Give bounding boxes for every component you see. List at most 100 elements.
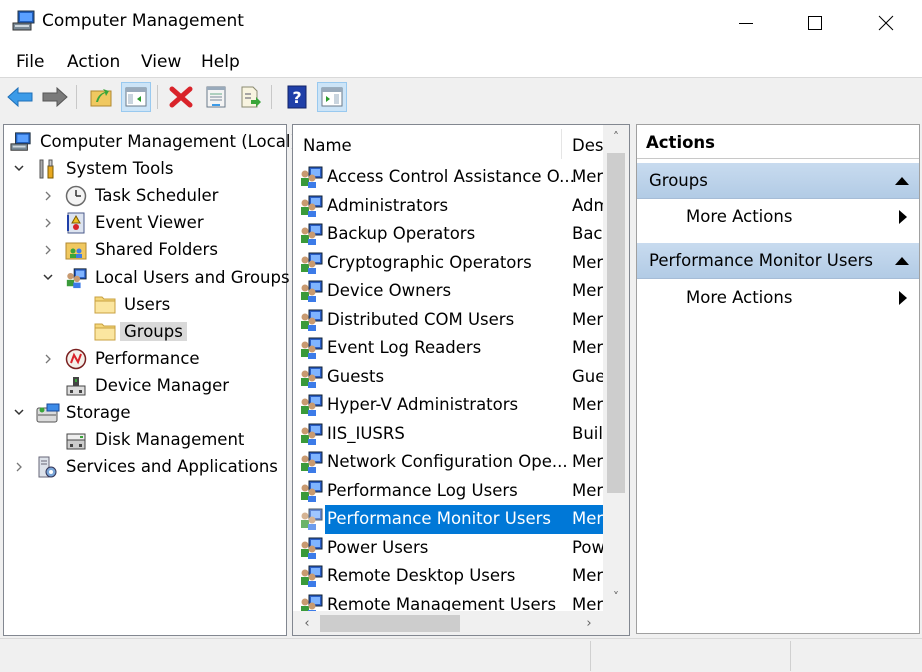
- menu-help[interactable]: Help: [201, 52, 240, 72]
- chevron-right-icon[interactable]: [41, 189, 55, 203]
- menu-action[interactable]: Action: [67, 52, 120, 72]
- more-actions-performance-monitor-users[interactable]: More Actions: [637, 280, 919, 316]
- group-icon: [299, 537, 323, 559]
- group-row[interactable]: Performance Monitor Users Mer: [293, 505, 603, 534]
- actions-header: Actions: [637, 125, 919, 159]
- group-icon: [299, 594, 323, 611]
- menu-view[interactable]: View: [141, 52, 181, 72]
- help-button[interactable]: ?: [282, 82, 312, 112]
- column-separator[interactable]: [561, 129, 562, 159]
- scrollbar-corner: [603, 611, 629, 635]
- tree-item-task-scheduler[interactable]: Task Scheduler: [4, 183, 286, 209]
- show-hide-action-pane-button[interactable]: [317, 82, 347, 112]
- action-label: More Actions: [686, 288, 793, 307]
- vertical-scroll-thumb[interactable]: [607, 153, 625, 493]
- close-button[interactable]: [863, 0, 909, 46]
- collapse-up-icon[interactable]: [895, 257, 909, 265]
- actions-section-performance-monitor-users[interactable]: Performance Monitor Users: [637, 243, 919, 279]
- actions-section-groups[interactable]: Groups: [637, 163, 919, 199]
- delete-button[interactable]: [166, 82, 196, 112]
- group-name: Performance Log Users: [327, 480, 518, 500]
- delete-x-icon: [169, 86, 193, 108]
- scroll-right-icon[interactable]: ›: [577, 611, 601, 635]
- group-row[interactable]: Hyper-V Administrators Mer: [293, 391, 603, 420]
- group-description: Mer: [572, 309, 603, 329]
- group-icon: [299, 508, 323, 530]
- tree-item-services-and-applications[interactable]: Services and Applications: [4, 454, 286, 480]
- vertical-scrollbar[interactable]: ˄ ˅: [603, 125, 629, 611]
- group-name: Guests: [327, 366, 385, 386]
- collapse-up-icon[interactable]: [895, 177, 909, 185]
- chevron-down-icon[interactable]: [12, 162, 26, 176]
- group-description: Mer: [572, 480, 603, 500]
- group-row[interactable]: Cryptographic Operators Mer: [293, 249, 603, 278]
- storage-icon: [36, 402, 60, 424]
- chevron-down-icon[interactable]: [12, 406, 26, 420]
- users-groups-icon: [65, 267, 87, 289]
- show-hide-console-tree-button[interactable]: [121, 82, 151, 112]
- horizontal-scroll-thumb[interactable]: [320, 615, 460, 632]
- shared-folder-icon: [65, 239, 87, 261]
- group-row[interactable]: Remote Management Users Mer: [293, 591, 603, 612]
- group-row[interactable]: Power Users Pow: [293, 534, 603, 563]
- properties-button[interactable]: [201, 82, 231, 112]
- group-row[interactable]: Guests Gue: [293, 363, 603, 392]
- column-header-name[interactable]: Name: [303, 136, 352, 155]
- group-name: Cryptographic Operators: [327, 252, 532, 272]
- tree-item-local-users-and-groups[interactable]: Local Users and Groups: [4, 265, 290, 291]
- chevron-right-icon[interactable]: [41, 352, 55, 366]
- tree-item-label: Local Users and Groups: [95, 267, 290, 287]
- scroll-left-icon[interactable]: ‹: [295, 611, 319, 635]
- scroll-down-icon[interactable]: ˅: [603, 585, 629, 609]
- group-name: IIS_IUSRS: [327, 423, 405, 443]
- group-row[interactable]: Event Log Readers Mer: [293, 334, 603, 363]
- back-button[interactable]: [5, 82, 35, 112]
- group-row[interactable]: Administrators Adm: [293, 192, 603, 221]
- group-row[interactable]: IIS_IUSRS Buil: [293, 420, 603, 449]
- group-row[interactable]: Remote Desktop Users Mer: [293, 562, 603, 591]
- forward-button[interactable]: [40, 82, 70, 112]
- tree-item-device-manager[interactable]: Device Manager: [4, 373, 286, 399]
- group-icon: [299, 223, 323, 245]
- chevron-right-icon[interactable]: [41, 243, 55, 257]
- chevron-down-icon[interactable]: [41, 271, 55, 285]
- group-description: Mer: [572, 281, 603, 300]
- tree-item-event-viewer[interactable]: Event Viewer: [4, 210, 286, 236]
- tree-item-label: Task Scheduler: [95, 186, 219, 206]
- tree-item-users[interactable]: Users: [4, 292, 286, 318]
- group-description: Gue: [572, 366, 603, 386]
- maximize-button[interactable]: [792, 0, 838, 46]
- group-row[interactable]: Access Control Assistance O... Mer: [293, 163, 603, 192]
- export-list-button[interactable]: [236, 82, 266, 112]
- horizontal-scrollbar[interactable]: ‹ ›: [293, 611, 603, 635]
- up-one-level-button[interactable]: [86, 82, 116, 112]
- tree-item-performance[interactable]: Performance: [4, 346, 286, 372]
- help-icon: ?: [287, 85, 307, 109]
- submenu-arrow-icon: [899, 291, 907, 305]
- more-actions-groups[interactable]: More Actions: [637, 199, 919, 235]
- group-row[interactable]: Performance Log Users Mer: [293, 477, 603, 506]
- menu-file[interactable]: File: [16, 52, 44, 72]
- group-name: Distributed COM Users: [327, 309, 515, 329]
- chevron-right-icon[interactable]: [12, 460, 26, 474]
- group-row[interactable]: Network Configuration Ope... Mer: [293, 448, 603, 477]
- scroll-up-icon[interactable]: ˄: [603, 125, 629, 149]
- tree-item-system-tools[interactable]: System Tools: [4, 156, 286, 182]
- tree-item-computer-management-local[interactable]: Computer Management (Local): [4, 129, 297, 155]
- group-description: Mer: [572, 594, 603, 612]
- tools-icon: [36, 158, 58, 180]
- group-description: Mer: [572, 566, 603, 585]
- group-row[interactable]: Distributed COM Users Mer: [293, 306, 603, 335]
- tree-item-storage[interactable]: Storage: [4, 400, 286, 426]
- tree-item-shared-folders[interactable]: Shared Folders: [4, 237, 286, 263]
- actions-pane: Actions Groups More Actions Performance …: [636, 124, 920, 634]
- minimize-button[interactable]: [723, 0, 769, 46]
- tree-item-label: Device Manager: [95, 375, 229, 395]
- group-name: Device Owners: [327, 281, 452, 300]
- tree-item-groups[interactable]: Groups: [4, 319, 286, 345]
- chevron-right-icon[interactable]: [41, 216, 55, 230]
- group-row[interactable]: Device Owners Mer: [293, 277, 603, 306]
- group-row[interactable]: Backup Operators Back: [293, 220, 603, 249]
- tree-item-disk-management[interactable]: Disk Management: [4, 427, 286, 453]
- tree-item-label: Performance: [95, 348, 200, 368]
